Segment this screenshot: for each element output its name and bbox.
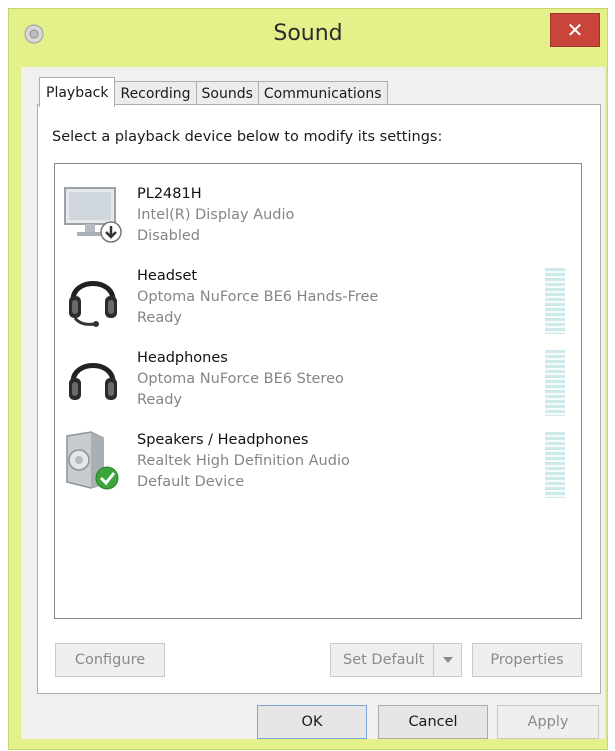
apply-button[interactable]: Apply: [497, 705, 599, 739]
device-driver: Realtek High Definition Audio: [137, 453, 350, 469]
window-title: Sound: [273, 21, 343, 46]
device-status: Ready: [137, 392, 183, 408]
device-text: PL2481H Intel(R) Display Audio Disabled: [137, 184, 294, 247]
tab-strip: Playback Recording Sounds Communications: [39, 77, 388, 107]
headphones-icon: [69, 363, 117, 400]
device-name: Headphones: [137, 350, 228, 366]
playback-panel: Select a playback device below to modify…: [37, 104, 601, 694]
dialog-content: Playback Recording Sounds Communications…: [21, 67, 605, 739]
cancel-button[interactable]: Cancel: [378, 705, 488, 739]
device-text: Headset Optoma NuForce BE6 Hands-Free Re…: [137, 266, 378, 329]
device-driver: Optoma NuForce BE6 Stereo: [137, 371, 344, 387]
title-bar[interactable]: Sound ✕: [9, 9, 607, 59]
chevron-down-icon[interactable]: [433, 644, 461, 676]
device-driver: Optoma NuForce BE6 Hands-Free: [137, 289, 379, 305]
monitor-icon: [64, 187, 122, 243]
level-meter: [545, 268, 565, 334]
close-button[interactable]: ✕: [550, 13, 600, 47]
device-text: Headphones Optoma NuForce BE6 Stereo Rea…: [137, 348, 344, 411]
level-meter: [545, 432, 565, 498]
set-default-button[interactable]: Set Default: [330, 643, 462, 677]
configure-button[interactable]: Configure: [55, 643, 165, 677]
level-meter: [545, 350, 565, 416]
tab-playback[interactable]: Playback: [39, 77, 116, 107]
speakers-icon: [66, 431, 119, 490]
device-driver: Intel(R) Display Audio: [137, 207, 295, 223]
device-name: PL2481H: [137, 186, 202, 202]
properties-button[interactable]: Properties: [472, 643, 582, 677]
device-text: Speakers / Headphones Realtek High Defin…: [137, 430, 350, 493]
tab-sounds[interactable]: Sounds: [195, 81, 259, 105]
device-item-speakers[interactable]: Speakers / Headphones Realtek High Defin…: [55, 418, 581, 498]
set-default-label: Set Default: [343, 652, 425, 668]
device-list[interactable]: PL2481H Intel(R) Display Audio Disabled: [54, 163, 582, 619]
headset-icon: [69, 281, 117, 327]
instruction-text: Select a playback device below to modify…: [52, 129, 443, 145]
device-item-headphones[interactable]: Headphones Optoma NuForce BE6 Stereo Rea…: [55, 336, 581, 416]
device-item-pl2481h[interactable]: PL2481H Intel(R) Display Audio Disabled: [55, 172, 581, 252]
device-status: Disabled: [137, 228, 200, 244]
sound-dialog: Sound ✕ Playback Recording Sounds Commun…: [8, 8, 608, 750]
tab-recording[interactable]: Recording: [114, 81, 197, 105]
device-name: Speakers / Headphones: [137, 432, 309, 448]
device-status: Default Device: [137, 474, 245, 490]
device-item-headset[interactable]: Headset Optoma NuForce BE6 Hands-Free Re…: [55, 254, 581, 334]
device-name: Headset: [137, 268, 198, 284]
tab-communications[interactable]: Communications: [257, 81, 388, 105]
ok-button[interactable]: OK: [257, 705, 367, 739]
device-status: Ready: [137, 310, 183, 326]
